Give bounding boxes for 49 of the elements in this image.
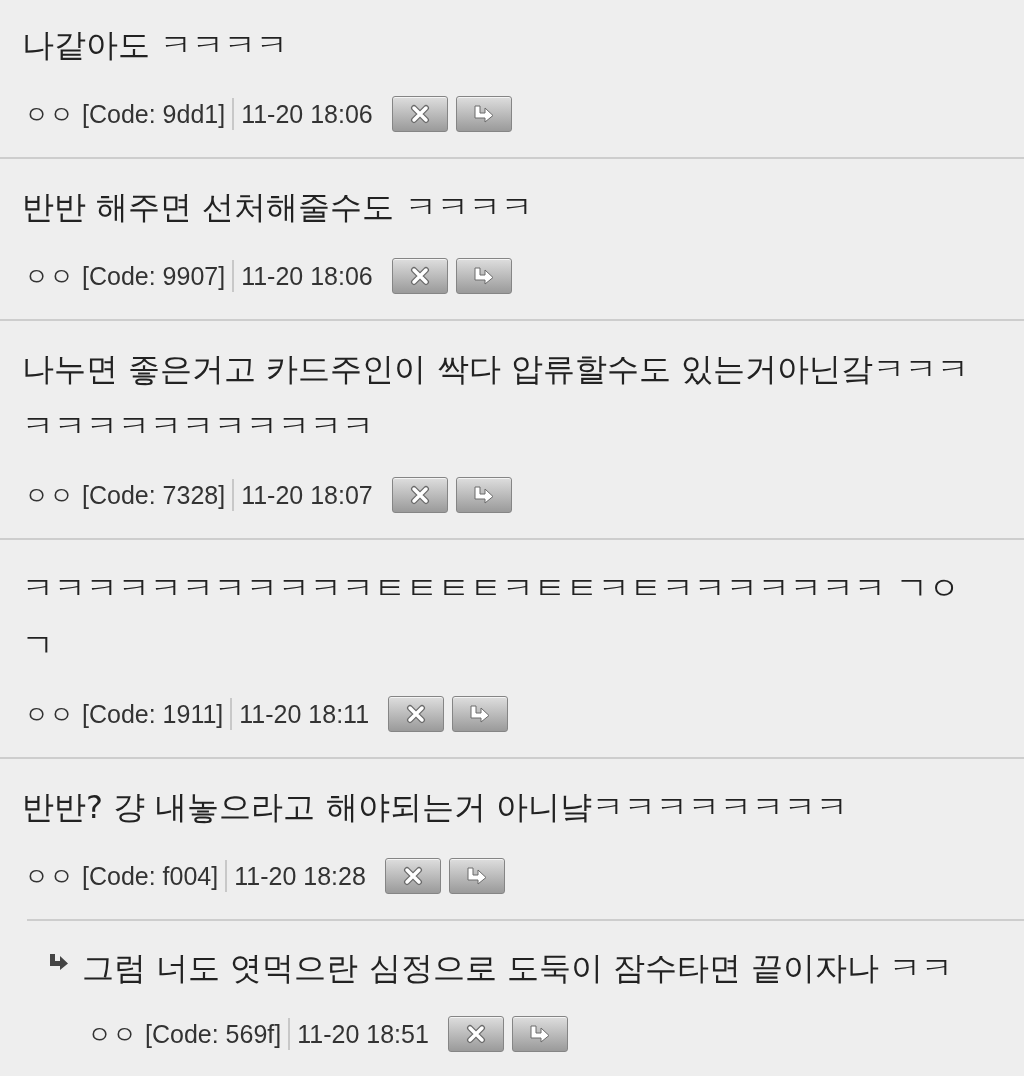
timestamp: 11-20 18:06 <box>241 101 373 127</box>
delete-button[interactable] <box>388 696 445 732</box>
code-label: [Code: 569f] <box>145 1021 282 1047</box>
delete-button[interactable] <box>384 858 441 894</box>
delete-button[interactable] <box>391 258 448 294</box>
bent-arrow-icon <box>528 1025 551 1043</box>
bent-arrow-icon <box>472 105 495 123</box>
comment-text: 반반 해주면 선처해줄수도 ㅋㅋㅋㅋ <box>22 187 534 228</box>
nickname: ㅇㅇ <box>24 863 74 889</box>
close-icon <box>465 1024 486 1044</box>
reply-button[interactable] <box>448 858 505 894</box>
reply-button[interactable] <box>455 258 512 294</box>
nickname: ㅇㅇ <box>24 482 74 508</box>
comment-text: 나같아도 ㅋㅋㅋㅋ <box>22 25 290 66</box>
comment-text: 그럼 너도 엿먹으란 심정으로 도둑이 잠수타면 끝이자나 ㅋㅋ <box>82 948 954 989</box>
close-icon <box>402 866 423 886</box>
nickname: ㅇㅇ <box>24 701 74 727</box>
comment-text: ㅋㅋㅋㅋㅋㅋㅋㅋㅋㅋㅋㅌㅌㅌㅌㅋㅌㅌㅋㅌㅋㅋㅋㅋㅋㅋㅋ ㄱㅇㄱ <box>22 568 962 666</box>
delete-button[interactable] <box>447 1016 504 1052</box>
code-label: [Code: 7328] <box>82 482 226 508</box>
reply-button[interactable] <box>455 477 512 513</box>
close-icon <box>409 485 430 505</box>
nickname: ㅇㅇ <box>24 263 74 289</box>
code-label: [Code: 9907] <box>82 263 226 289</box>
bent-arrow-icon <box>472 267 495 285</box>
bent-arrow-icon <box>469 705 492 723</box>
code-label: [Code: f004] <box>82 863 219 889</box>
reply-button[interactable] <box>452 696 509 732</box>
close-icon <box>406 704 427 724</box>
timestamp: 11-20 18:11 <box>239 701 370 727</box>
close-icon <box>409 266 430 286</box>
code-label: [Code: 9dd1] <box>82 101 226 127</box>
comment-text: 나누면 좋은거고 카드주인이 싹다 압류할수도 있는거아닌갘ㅋㅋㅋㅋㅋㅋㅋㅋㅋㅋㅋㅋㅋㅋ <box>22 349 970 447</box>
delete-button[interactable] <box>391 477 448 513</box>
bent-arrow-icon <box>472 486 495 504</box>
reply-button[interactable] <box>511 1016 568 1052</box>
close-icon <box>409 104 430 124</box>
timestamp: 11-20 18:51 <box>297 1021 429 1047</box>
nickname: ㅇㅇ <box>24 101 74 127</box>
comment-text: 반반? 걍 내놓으라고 해야되는거 아니냨ㅋㅋㅋㅋㅋㅋㅋㅋ <box>22 787 849 828</box>
nickname: ㅇㅇ <box>87 1021 137 1047</box>
timestamp: 11-20 18:28 <box>234 863 366 889</box>
delete-button[interactable] <box>391 96 448 132</box>
bent-arrow-icon <box>48 953 70 971</box>
timestamp: 11-20 18:06 <box>241 263 373 289</box>
code-label: [Code: 1911] <box>82 701 224 727</box>
reply-button[interactable] <box>455 96 512 132</box>
timestamp: 11-20 18:07 <box>241 482 373 508</box>
bent-arrow-icon <box>465 867 488 885</box>
